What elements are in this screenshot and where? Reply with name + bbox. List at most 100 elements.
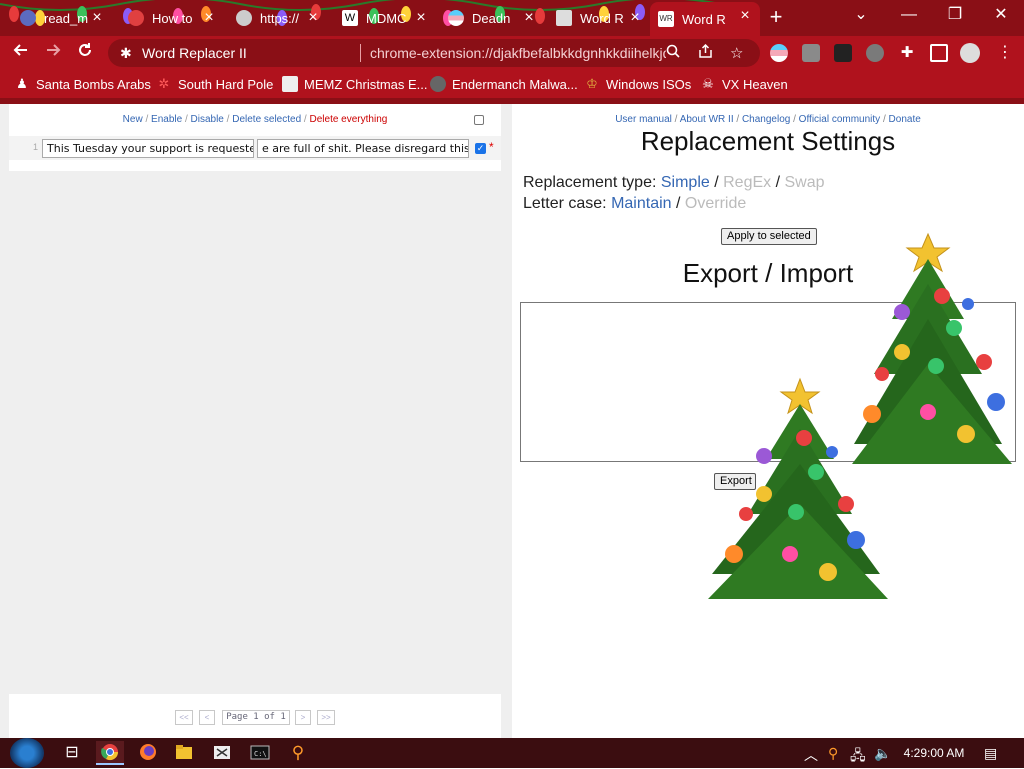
ublock-extension-icon[interactable] [866, 44, 884, 62]
wr-extension-icon[interactable] [834, 44, 852, 62]
profile-avatar-icon[interactable] [960, 43, 980, 63]
menu-kebab-icon[interactable]: ⋮ [996, 44, 1014, 62]
bookmark-label: VX Heaven [722, 76, 788, 92]
letter-case-label: Letter case: [523, 195, 607, 212]
extensions-puzzle-icon[interactable]: ✚ [898, 44, 916, 62]
browser-toolbar: ✱ Word Replacer II chrome-extension://dj… [0, 36, 1024, 70]
start-button-icon[interactable] [10, 738, 44, 768]
replacement-row: 1 This Tuesday your support is requeste … [9, 136, 501, 160]
delete-selected-link[interactable]: Delete selected [232, 114, 301, 125]
simple-option[interactable]: Simple [661, 174, 710, 191]
tab-https[interactable]: https:// × [228, 4, 328, 32]
row-enabled-checkbox[interactable]: ✓ [475, 143, 486, 154]
page-content: New / Enable / Disable / Delete selected… [0, 104, 1024, 738]
bookmark-windows-isos[interactable]: ♔ Windows ISOs [584, 74, 691, 94]
s-extension-icon[interactable] [802, 44, 820, 62]
address-bar[interactable]: ✱ Word Replacer II chrome-extension://dj… [108, 39, 760, 67]
bookmarks-bar: ♟ Santa Bombs Arabs ✲ South Hard Pole ME… [0, 70, 1024, 98]
bookmark-south-hard-pole[interactable]: ✲ South Hard Pole [156, 74, 274, 94]
reload-button[interactable] [72, 40, 98, 66]
bookmark-label: South Hard Pole [178, 76, 274, 92]
taskbar-clock[interactable]: 4:29:00 AM [896, 746, 972, 760]
search-taskbar-icon[interactable]: ⚲ [284, 741, 312, 765]
close-icon[interactable]: × [88, 9, 106, 27]
volume-icon[interactable]: 🔈 [874, 745, 891, 762]
chevron-up-icon[interactable]: ︿ [804, 745, 818, 765]
tab-search-button[interactable]: ⌄ [838, 0, 884, 32]
bookmark-label: Santa Bombs Arabs [36, 76, 151, 92]
new-tab-button[interactable]: + [764, 6, 788, 30]
separator: / [223, 114, 233, 125]
disable-link[interactable]: Disable [191, 114, 224, 125]
trans-flag-extension-icon[interactable] [770, 44, 788, 62]
santa-icon: ♟ [16, 76, 28, 91]
back-button[interactable] [8, 40, 34, 66]
skull-icon: ☠ [702, 76, 714, 91]
bookmark-label: Windows ISOs [606, 76, 692, 92]
minimize-button[interactable]: — [886, 0, 932, 32]
close-window-button[interactable]: ✕ [978, 0, 1024, 32]
delete-everything-link[interactable]: Delete everything [310, 114, 388, 125]
share-icon[interactable] [698, 43, 713, 62]
close-icon[interactable]: × [520, 9, 538, 27]
tab-word-replacer-active[interactable]: WR Word R × [650, 2, 760, 36]
bookmark-memz-christmas[interactable]: MEMZ Christmas E... [282, 74, 428, 94]
tab-read-me[interactable]: read_m × [12, 4, 112, 32]
christmas-trees-decoration [708, 232, 1012, 599]
find-text-input[interactable]: This Tuesday your support is requeste [42, 139, 254, 158]
bookmark-santa-bombs-arabs[interactable]: ♟ Santa Bombs Arabs [14, 74, 151, 94]
task-view-icon[interactable]: ⊟ [58, 741, 86, 765]
settings-title: Replacement Settings [640, 126, 896, 156]
regex-option[interactable]: RegEx [723, 174, 771, 191]
forward-button[interactable] [40, 40, 66, 66]
enable-link[interactable]: Enable [151, 114, 182, 125]
firefox-taskbar-button[interactable] [134, 741, 162, 765]
case-sensitive-marker[interactable]: * [489, 140, 494, 154]
prev-page-button[interactable]: < [199, 710, 215, 725]
changelog-link[interactable]: Changelog [742, 114, 790, 125]
snipping-tool-taskbar-button[interactable] [208, 741, 236, 765]
file-explorer-taskbar-button[interactable] [170, 741, 198, 765]
donate-link[interactable]: Donate [889, 114, 921, 125]
tab-strip: read_m × How to × https:// × W MDMC × De… [0, 0, 1024, 36]
maintain-option[interactable]: Maintain [611, 195, 671, 212]
new-link[interactable]: New [123, 114, 143, 125]
close-icon[interactable]: × [736, 7, 754, 25]
restore-button[interactable]: ❐ [932, 0, 978, 32]
next-page-button[interactable]: > [295, 710, 311, 725]
search-tray-icon[interactable]: ⚲ [828, 745, 838, 762]
close-icon[interactable]: × [200, 9, 218, 27]
letter-case-row: Letter case: Maintain / Override [523, 195, 746, 213]
bookmark-endermanch-malware[interactable]: Endermanch Malwa... [430, 74, 578, 94]
select-all-checkbox[interactable] [474, 115, 484, 125]
chrome-taskbar-button[interactable] [96, 741, 124, 765]
replacement-type-label: Replacement type: [523, 174, 657, 191]
bookmark-star-icon[interactable]: ☆ [730, 44, 743, 62]
replace-text-input[interactable]: e are full of shit. Please disregard thi… [257, 139, 469, 158]
close-icon[interactable]: × [304, 9, 322, 27]
about-link[interactable]: About WR II [680, 114, 734, 125]
bookmark-label: Endermanch Malwa... [452, 76, 578, 92]
terminal-taskbar-button[interactable]: C:\ [246, 741, 274, 765]
override-option[interactable]: Override [685, 195, 746, 212]
tab-word-replacer[interactable]: Word R × [548, 4, 650, 32]
first-page-button[interactable]: << [175, 710, 193, 725]
close-icon[interactable]: × [626, 9, 644, 27]
user-manual-link[interactable]: User manual [615, 114, 672, 125]
zoom-icon[interactable] [666, 44, 680, 62]
word-replacer-icon: WR [658, 11, 674, 27]
close-icon[interactable]: × [412, 9, 430, 27]
last-page-button[interactable]: >> [317, 710, 335, 725]
tab-deadname[interactable]: Deadn × [440, 4, 544, 32]
globe-icon [20, 10, 36, 26]
notifications-icon[interactable]: ▤ [984, 745, 997, 762]
swap-option[interactable]: Swap [784, 174, 824, 191]
side-panel-icon[interactable] [930, 44, 948, 62]
bookmark-vx-heaven[interactable]: ☠ VX Heaven [700, 74, 788, 94]
network-icon[interactable]: 🖧 [850, 745, 866, 769]
help-links: User manual / About WR II / Changelog / … [512, 114, 1024, 125]
tab-mdmc[interactable]: W MDMC × [334, 4, 436, 32]
tab-how-to[interactable]: How to × [120, 4, 224, 32]
url-text[interactable]: chrome-extension://djakfbefalbkkdgnhkkdi… [370, 45, 666, 61]
community-link[interactable]: Official community [799, 114, 881, 125]
